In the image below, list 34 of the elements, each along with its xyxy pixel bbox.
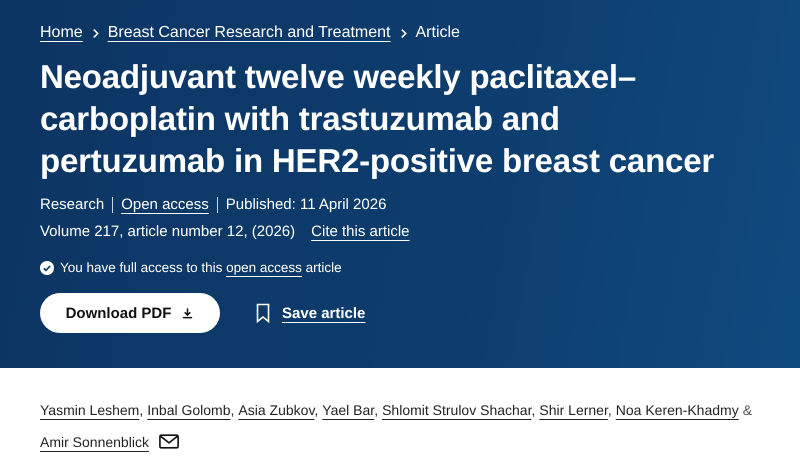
meta-text: Published: 11 April 2026 — [226, 196, 386, 213]
chevron-icon — [92, 28, 99, 38]
meta-text: Research — [40, 196, 104, 213]
author-link[interactable]: Amir Sonnenblick — [40, 434, 149, 450]
author-link[interactable]: Asia Zubkov — [238, 402, 314, 418]
author-separator: , — [230, 402, 234, 418]
author-separator: & — [742, 402, 752, 418]
breadcrumb-current: Article — [416, 24, 460, 42]
email-icon[interactable] — [158, 434, 179, 449]
access-notice: You have full access to this open access article — [60, 260, 342, 275]
author-separator: , — [314, 402, 318, 418]
author-link[interactable]: Inbal Golomb — [147, 402, 231, 418]
bookmark-icon — [256, 303, 270, 323]
author-link[interactable]: Shlomit Strulov Shachar — [382, 402, 532, 418]
chevron-icon — [400, 28, 406, 38]
meta-link[interactable]: Open access — [121, 196, 209, 213]
author-separator: , — [374, 402, 378, 418]
author-link[interactable]: Yael Bar — [322, 402, 374, 418]
author-separator: , — [608, 402, 612, 418]
article-title: Neoadjuvant twelve weekly paclitaxel–carboplatin with trastuzumab and pertuzumab in HER2-positive breast cancer — [40, 57, 715, 181]
author-link[interactable]: Shir Lerner — [539, 402, 608, 418]
citation-text: Volume 217, article number 12, (2026) — [40, 223, 296, 240]
author-separator: , — [531, 402, 536, 418]
breadcrumb-link[interactable]: Home — [40, 24, 83, 42]
download-icon — [181, 306, 194, 320]
check-icon — [40, 260, 54, 274]
author-link[interactable]: Noa Keren-Khadmy — [616, 402, 739, 418]
open-access-link[interactable]: open access — [226, 260, 302, 275]
download-pdf-button[interactable]: Download PDF — [40, 293, 220, 333]
author-separator: , — [139, 402, 144, 418]
breadcrumb-link[interactable]: Breast Cancer Research and Treatment — [108, 24, 390, 42]
author-link[interactable]: Yasmin Leshem — [40, 402, 140, 418]
save-article-link[interactable]: Save article — [256, 303, 366, 323]
cite-link[interactable]: Cite this article — [311, 223, 410, 240]
